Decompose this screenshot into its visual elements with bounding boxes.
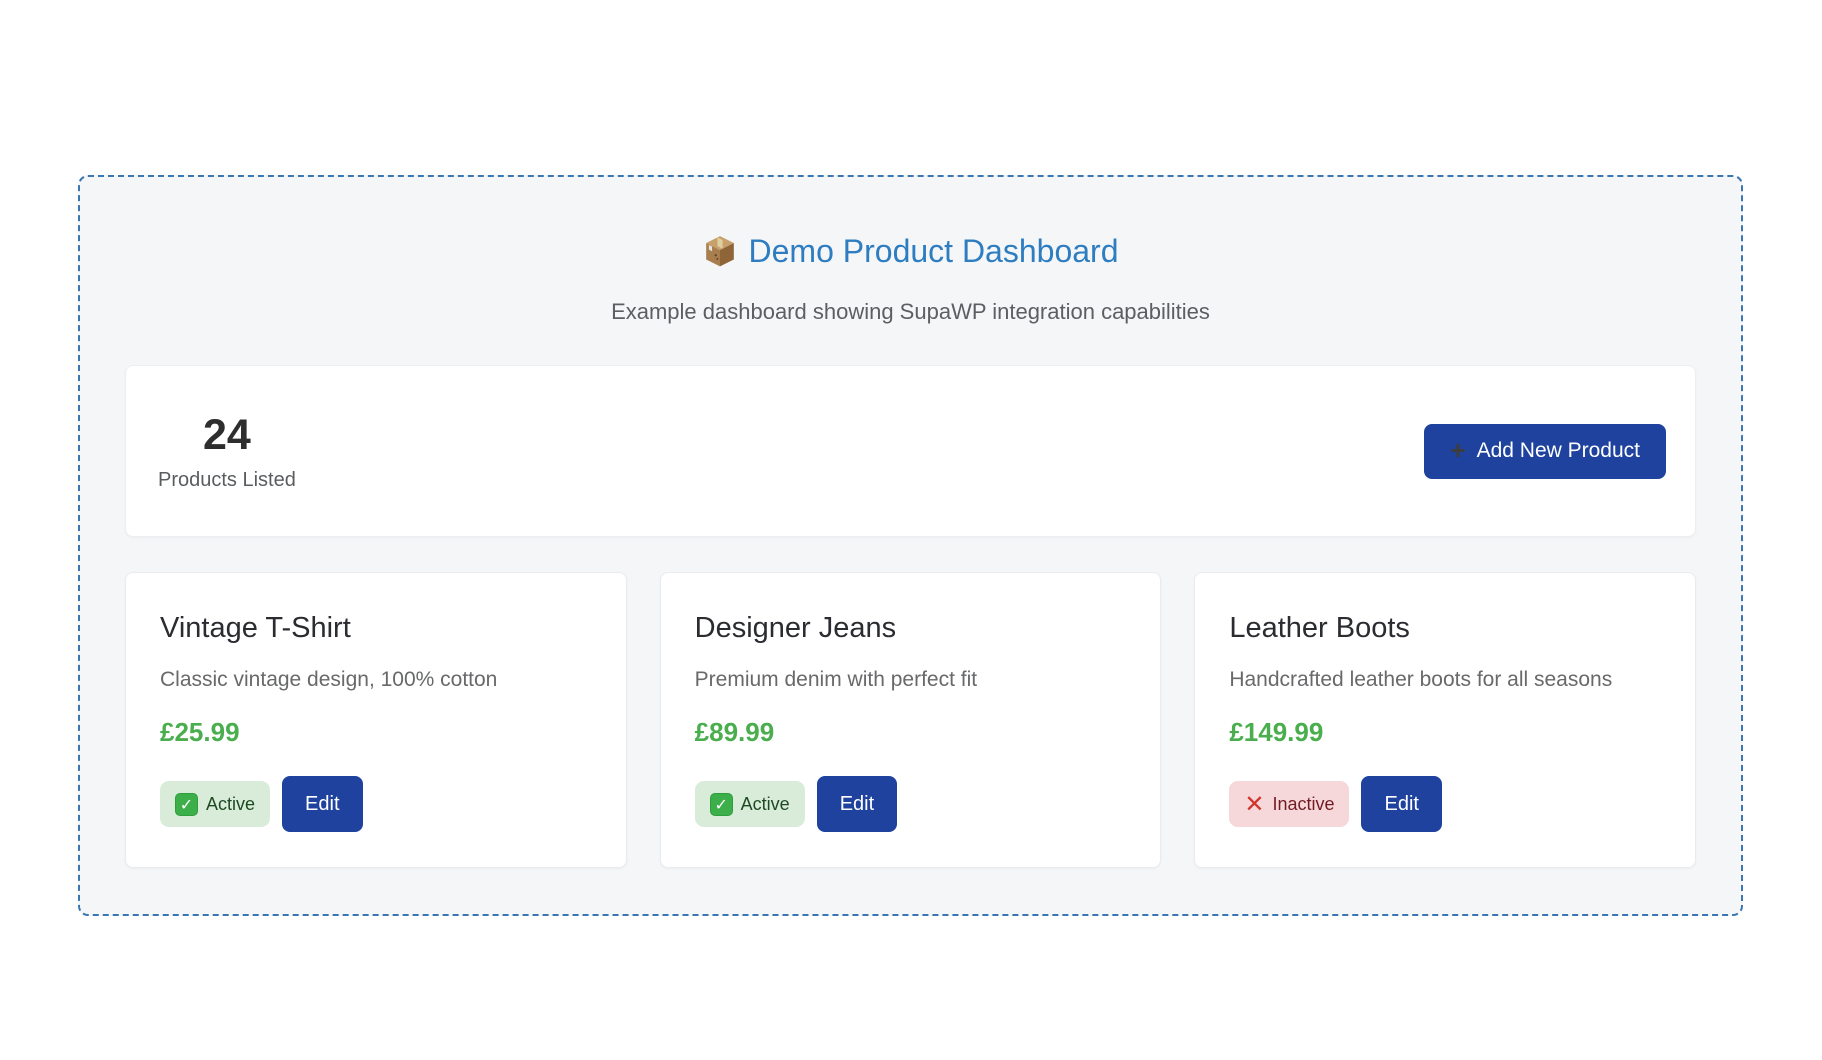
status-label: Active (206, 794, 255, 815)
cross-icon: ✕ (1244, 792, 1264, 816)
check-icon: ✓ (175, 793, 198, 816)
product-card-leather-boots: Leather Boots Handcrafted leather boots … (1194, 572, 1696, 868)
product-name: Leather Boots (1229, 611, 1661, 645)
edit-button[interactable]: Edit (817, 776, 897, 832)
page-title-text: Demo Product Dashboard (749, 231, 1119, 271)
product-name: Vintage T-Shirt (160, 611, 592, 645)
status-badge: ✓ Active (695, 781, 805, 827)
product-card-vintage-t-shirt: Vintage T-Shirt Classic vintage design, … (125, 572, 627, 868)
edit-button[interactable]: Edit (1361, 776, 1441, 832)
package-icon (703, 234, 737, 268)
product-description: Classic vintage design, 100% cotton (160, 667, 592, 692)
product-grid: Vintage T-Shirt Classic vintage design, … (125, 572, 1696, 868)
stats-bar: 24 Products Listed + Add New Product (125, 365, 1696, 537)
product-name: Designer Jeans (695, 611, 1127, 645)
page-title: Demo Product Dashboard (703, 231, 1119, 271)
product-actions: ✓ Active Edit (695, 776, 1127, 832)
status-badge: ✓ Active (160, 781, 270, 827)
products-count-stat: 24 Products Listed (158, 411, 296, 492)
product-description: Premium denim with perfect fit (695, 667, 1127, 692)
product-card-designer-jeans: Designer Jeans Premium denim with perfec… (660, 572, 1162, 868)
status-badge: ✕ Inactive (1229, 781, 1349, 827)
product-price: £89.99 (695, 717, 1127, 747)
check-icon: ✓ (710, 793, 733, 816)
page-subtitle: Example dashboard showing SupaWP integra… (125, 299, 1696, 325)
product-actions: ✕ Inactive Edit (1229, 776, 1661, 832)
product-description: Handcrafted leather boots for all season… (1229, 667, 1661, 692)
products-count-label: Products Listed (158, 469, 296, 492)
product-price: £25.99 (160, 717, 592, 747)
dashboard-container: Demo Product Dashboard Example dashboard… (78, 175, 1743, 916)
product-actions: ✓ Active Edit (160, 776, 592, 832)
status-label: Active (741, 794, 790, 815)
plus-icon: + (1450, 437, 1465, 463)
add-new-product-label: Add New Product (1477, 439, 1640, 463)
dashboard-header: Demo Product Dashboard Example dashboard… (125, 231, 1696, 325)
status-label: Inactive (1272, 794, 1334, 815)
products-count-value: 24 (158, 411, 296, 459)
edit-button[interactable]: Edit (282, 776, 362, 832)
add-new-product-button[interactable]: + Add New Product (1424, 424, 1666, 479)
product-price: £149.99 (1229, 717, 1661, 747)
